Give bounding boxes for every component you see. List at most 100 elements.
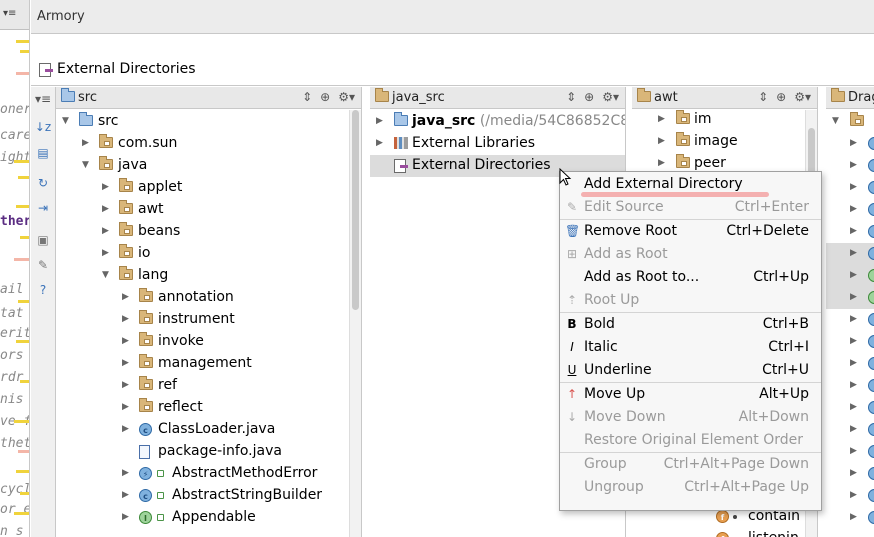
collapsed-arrow-icon[interactable]: ▶ [122,512,129,522]
tree-row[interactable]: ▼ lang [56,265,361,287]
expanded-arrow-icon[interactable]: ▼ [62,116,69,126]
menu-item[interactable]: U Underline Ctrl+U [560,359,821,382]
tree-row[interactable]: ▶ [826,287,874,309]
tree-row[interactable]: ▶ java_src (/media/54C86852C86 [370,111,625,133]
tree-row[interactable]: ▶ [826,507,874,529]
tree-row[interactable]: ▶ [826,265,874,287]
collapsed-arrow-icon[interactable]: ▶ [122,358,129,368]
collapsed-arrow-icon[interactable]: ▶ [376,138,383,148]
collapsed-arrow-icon[interactable]: ▶ [122,424,129,434]
collapsed-arrow-icon[interactable]: ▶ [102,248,109,258]
tree-row[interactable]: ▼ src [56,111,361,133]
collapsed-arrow-icon[interactable]: ▶ [850,512,857,522]
collapsed-arrow-icon[interactable]: ▶ [376,116,383,126]
collapsed-arrow-icon[interactable]: ▶ [122,402,129,412]
collapsed-arrow-icon[interactable]: ▶ [850,292,857,302]
collapsed-arrow-icon[interactable]: ▶ [102,226,109,236]
tree-row[interactable]: ▶ [826,375,874,397]
collapsed-arrow-icon[interactable]: ▶ [658,158,665,168]
sync-icon[interactable]: ↻ [35,175,51,191]
tree-row[interactable]: ▶ image [632,131,817,153]
expand-icon[interactable]: ⇥ [35,200,51,216]
collapsed-arrow-icon[interactable]: ▶ [850,226,857,236]
tree-row[interactable]: ▶ awt [56,199,361,221]
tree-row[interactable]: ▶ instrument [56,309,361,331]
menu-item[interactable]: I Italic Ctrl+I [560,336,821,359]
gear-icon[interactable]: ⚙▾ [602,90,619,104]
locate-icon[interactable]: ⊕ [584,90,594,104]
tree-row[interactable]: ▶ [826,419,874,441]
tree-row[interactable]: ▶ ⚡ AbstractMethodError [56,463,361,485]
tree-row[interactable]: ▶ [826,309,874,331]
collapsed-arrow-icon[interactable]: ▶ [122,468,129,478]
collapse-icon[interactable]: ⇕ [302,90,312,104]
tree-row[interactable]: ▶ [826,463,874,485]
collapsed-arrow-icon[interactable]: ▶ [850,402,857,412]
tree-row[interactable]: ▶ io [56,243,361,265]
collapsed-arrow-icon[interactable]: ▶ [850,248,857,258]
collapsed-arrow-icon[interactable]: ▶ [850,336,857,346]
collapsed-arrow-icon[interactable]: ▶ [122,490,129,500]
scrollbar-thumb[interactable] [352,110,359,310]
tree-row[interactable]: ▶ com.sun [56,133,361,155]
collapsed-arrow-icon[interactable]: ▶ [850,160,857,170]
tree-row[interactable]: ▶ c AbstractStringBuilder [56,485,361,507]
collapsed-arrow-icon[interactable]: ▶ [82,138,89,148]
collapsed-arrow-icon[interactable]: ▶ [850,424,857,434]
tree-row[interactable]: ▶ management [56,353,361,375]
collapsed-arrow-icon[interactable]: ▶ [850,468,857,478]
tree-row[interactable]: ▶ [826,441,874,463]
collapsed-arrow-icon[interactable]: ▶ [122,380,129,390]
collapsed-arrow-icon[interactable]: ▶ [102,182,109,192]
editor-tab-switcher[interactable]: ▾≡ [0,0,29,30]
tree-row[interactable]: ▼ java [56,155,361,177]
tree-row[interactable]: ▶ I Appendable [56,507,361,529]
collapsed-arrow-icon[interactable]: ▶ [850,270,857,280]
collapsed-arrow-icon[interactable]: ▶ [850,204,857,214]
tree-row[interactable]: ▶ [826,177,874,199]
collapse-icon[interactable]: ⇕ [566,90,576,104]
tree-row[interactable]: package-info.java [56,441,361,463]
gear-icon[interactable]: ⚙▾ [338,90,355,104]
tree-row[interactable]: ▶ annotation [56,287,361,309]
lock-icon[interactable]: ▣ [35,232,51,248]
tree-row[interactable]: ▶ [826,485,874,507]
collapsed-arrow-icon[interactable]: ▶ [850,380,857,390]
collapsed-arrow-icon[interactable]: ▶ [102,204,109,214]
collapsed-arrow-icon[interactable]: ▼ [832,116,839,126]
menu-item[interactable]: B Bold Ctrl+B [560,313,821,336]
collapsed-arrow-icon[interactable]: ▶ [658,136,665,146]
tree-row[interactable]: ▶ [826,243,874,265]
tree-row[interactable]: ▶ [826,331,874,353]
tree-row[interactable]: f listenin [632,528,817,537]
sort-az-icon[interactable]: ↓z [35,119,51,135]
tree-row[interactable]: ▶ [826,221,874,243]
collapsed-arrow-icon[interactable]: ▶ [122,336,129,346]
collapsed-arrow-icon[interactable]: ▶ [850,358,857,368]
external-directories-breadcrumb[interactable]: External Directories [31,34,874,86]
settings-icon[interactable]: ✎ [35,257,51,273]
locate-icon[interactable]: ⊕ [776,90,786,104]
tree-row[interactable]: ▶ c ClassLoader.java [56,419,361,441]
tree-row[interactable]: ▶ im [632,109,817,131]
expanded-arrow-icon[interactable]: ▼ [102,270,109,280]
menu-item[interactable]: Add as Root to... Ctrl+Up [560,266,821,289]
tree-row[interactable]: ▶ [826,199,874,221]
collapse-icon[interactable]: ⇕ [758,90,768,104]
gear-icon[interactable]: ⚙▾ [794,90,811,104]
tree-row[interactable]: ▼ [826,111,874,133]
collapsed-arrow-icon[interactable]: ▶ [850,182,857,192]
menu-icon[interactable]: ▾≡ [35,91,51,107]
help-icon[interactable]: ? [35,282,51,298]
tree-row[interactable]: ▶ invoke [56,331,361,353]
locate-icon[interactable]: ⊕ [320,90,330,104]
menu-item[interactable]: ↑ Move Up Alt+Up [560,383,821,406]
menu-item[interactable]: 🗑 Remove Root Ctrl+Delete [560,220,821,243]
collapsed-arrow-icon[interactable]: ▶ [850,314,857,324]
collapsed-arrow-icon[interactable]: ▶ [658,114,665,124]
show-members-icon[interactable]: ▤ [35,145,51,161]
tree-row[interactable]: ▶ applet [56,177,361,199]
expanded-arrow-icon[interactable]: ▼ [82,160,89,170]
tree-row[interactable]: ▶ [826,155,874,177]
collapsed-arrow-icon[interactable]: ▶ [850,138,857,148]
